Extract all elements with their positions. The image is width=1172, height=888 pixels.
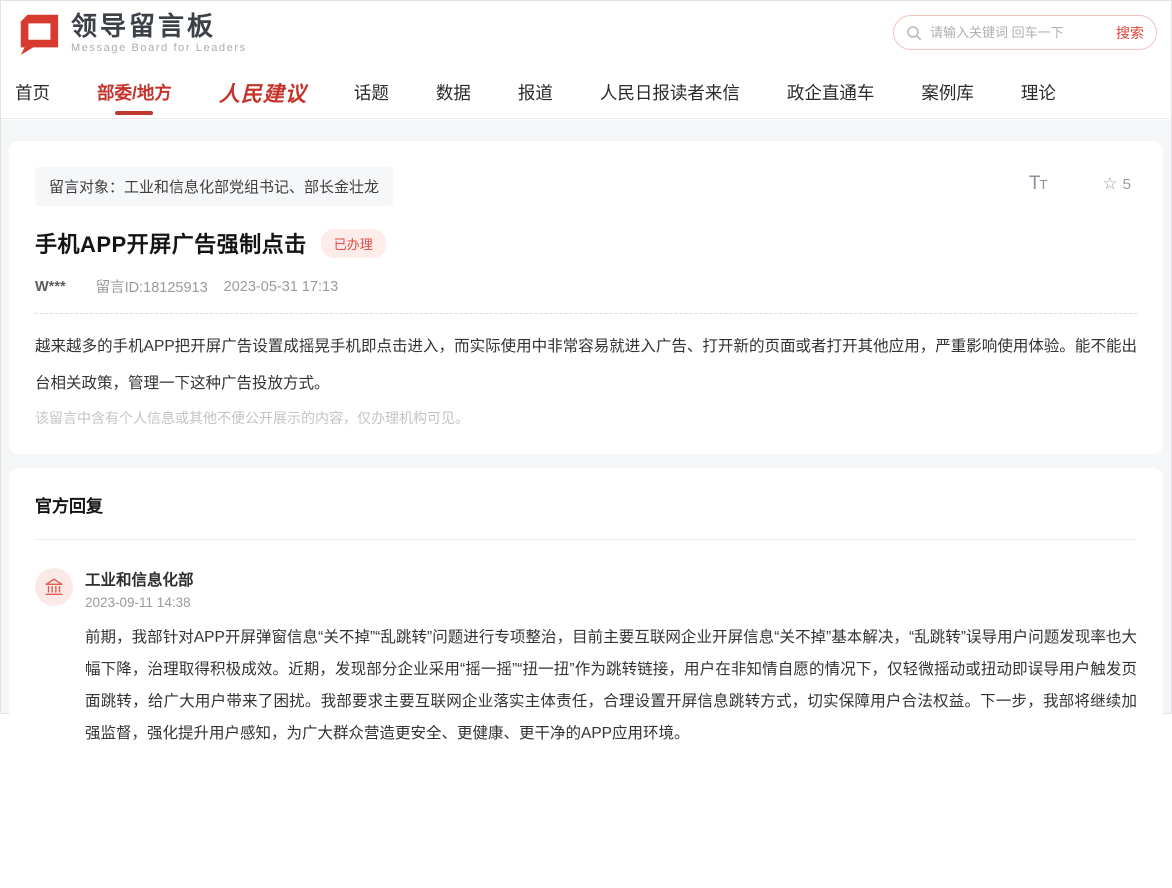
nav-item-reports[interactable]: 报道	[518, 67, 553, 118]
reply-agency-name: 工业和信息化部	[85, 568, 194, 590]
government-building-icon	[43, 576, 65, 598]
reply-date: 2023-09-11 14:38	[85, 595, 194, 610]
page: { "header": { "logo_title": "领导留言板", "lo…	[0, 0, 1172, 714]
site-logo[interactable]: 领导留言板 Message Board for Leaders	[15, 10, 247, 56]
agency-avatar	[35, 568, 73, 606]
nav-item-reader-letters[interactable]: 人民日报读者来信	[600, 67, 740, 118]
search-icon	[906, 25, 922, 41]
message-top-row: 留言对象：工业和信息化部党组书记、部长金壮龙 TT ☆ 5	[35, 167, 1137, 206]
message-author: W***	[35, 279, 66, 295]
message-id: 留言ID:18125913	[96, 276, 208, 297]
logo-title: 领导留言板	[71, 12, 247, 40]
nav-item-peoples-suggestions[interactable]: 人民建议	[219, 67, 307, 118]
favorite-button[interactable]: ☆ 5	[1102, 174, 1131, 194]
star-count: 5	[1123, 176, 1131, 193]
nav-item-ministries-local[interactable]: 部委/地方	[97, 67, 172, 118]
message-card: 留言对象：工业和信息化部党组书记、部长金壮龙 TT ☆ 5 手机APP开屏广告强…	[9, 141, 1163, 454]
message-meta-row: W*** 留言ID:18125913 2023-05-31 17:13	[35, 276, 1137, 314]
nav-item-home[interactable]: 首页	[15, 67, 50, 118]
nav-item-data[interactable]: 数据	[436, 67, 471, 118]
site-header: 领导留言板 Message Board for Leaders 搜索	[1, 1, 1171, 67]
search-input[interactable]	[930, 25, 1116, 40]
message-tools: TT ☆ 5	[1029, 173, 1131, 195]
nav-item-gov-enterprise[interactable]: 政企直通车	[787, 67, 875, 118]
logo-text: 领导留言板 Message Board for Leaders	[71, 12, 247, 54]
reply-section-heading: 官方回复	[35, 492, 1137, 517]
message-target-label: 留言对象：工业和信息化部党组书记、部长金壮龙	[35, 167, 393, 206]
search-button[interactable]: 搜索	[1116, 23, 1144, 43]
reply-divider	[35, 539, 1137, 540]
status-badge: 已办理	[321, 229, 386, 258]
main-content: 留言对象：工业和信息化部党组书记、部长金壮龙 TT ☆ 5 手机APP开屏广告强…	[1, 120, 1171, 713]
star-icon: ☆	[1102, 174, 1117, 194]
message-date: 2023-05-31 17:13	[224, 279, 339, 295]
logo-icon	[15, 10, 61, 56]
font-size-icon[interactable]: TT	[1029, 173, 1047, 195]
reply-header: 工业和信息化部 2023-09-11 14:38	[35, 568, 1137, 610]
reply-body: 前期，我部针对APP开屏弹窗信息“关不掉”“乱跳转”问题进行专项整治，目前主要互…	[85, 622, 1137, 750]
message-body: 越来越多的手机APP把开屏广告设置成摇晃手机即点击进入，而实际使用中非常容易就进…	[35, 328, 1137, 402]
official-reply-card: 官方回复 工业	[9, 468, 1163, 888]
message-title-row: 手机APP开屏广告强制点击 已办理	[35, 227, 1137, 259]
search-box[interactable]: 搜索	[893, 15, 1157, 50]
message-title: 手机APP开屏广告强制点击	[35, 227, 307, 259]
nav-item-case-library[interactable]: 案例库	[921, 67, 974, 118]
nav-item-theory[interactable]: 理论	[1021, 67, 1056, 118]
reply-header-text: 工业和信息化部 2023-09-11 14:38	[85, 568, 194, 610]
reply-item: 工业和信息化部 2023-09-11 14:38 前期，我部针对APP开屏弹窗信…	[35, 568, 1137, 750]
logo-subtitle: Message Board for Leaders	[71, 42, 247, 54]
privacy-note: 该留言中含有个人信息或其他不便公开展示的内容，仅办理机构可见。	[35, 408, 1137, 428]
nav-item-topics[interactable]: 话题	[354, 67, 389, 118]
main-nav: 首页 部委/地方 人民建议 话题 数据 报道 人民日报读者来信 政企直通车 案例…	[1, 67, 1171, 119]
